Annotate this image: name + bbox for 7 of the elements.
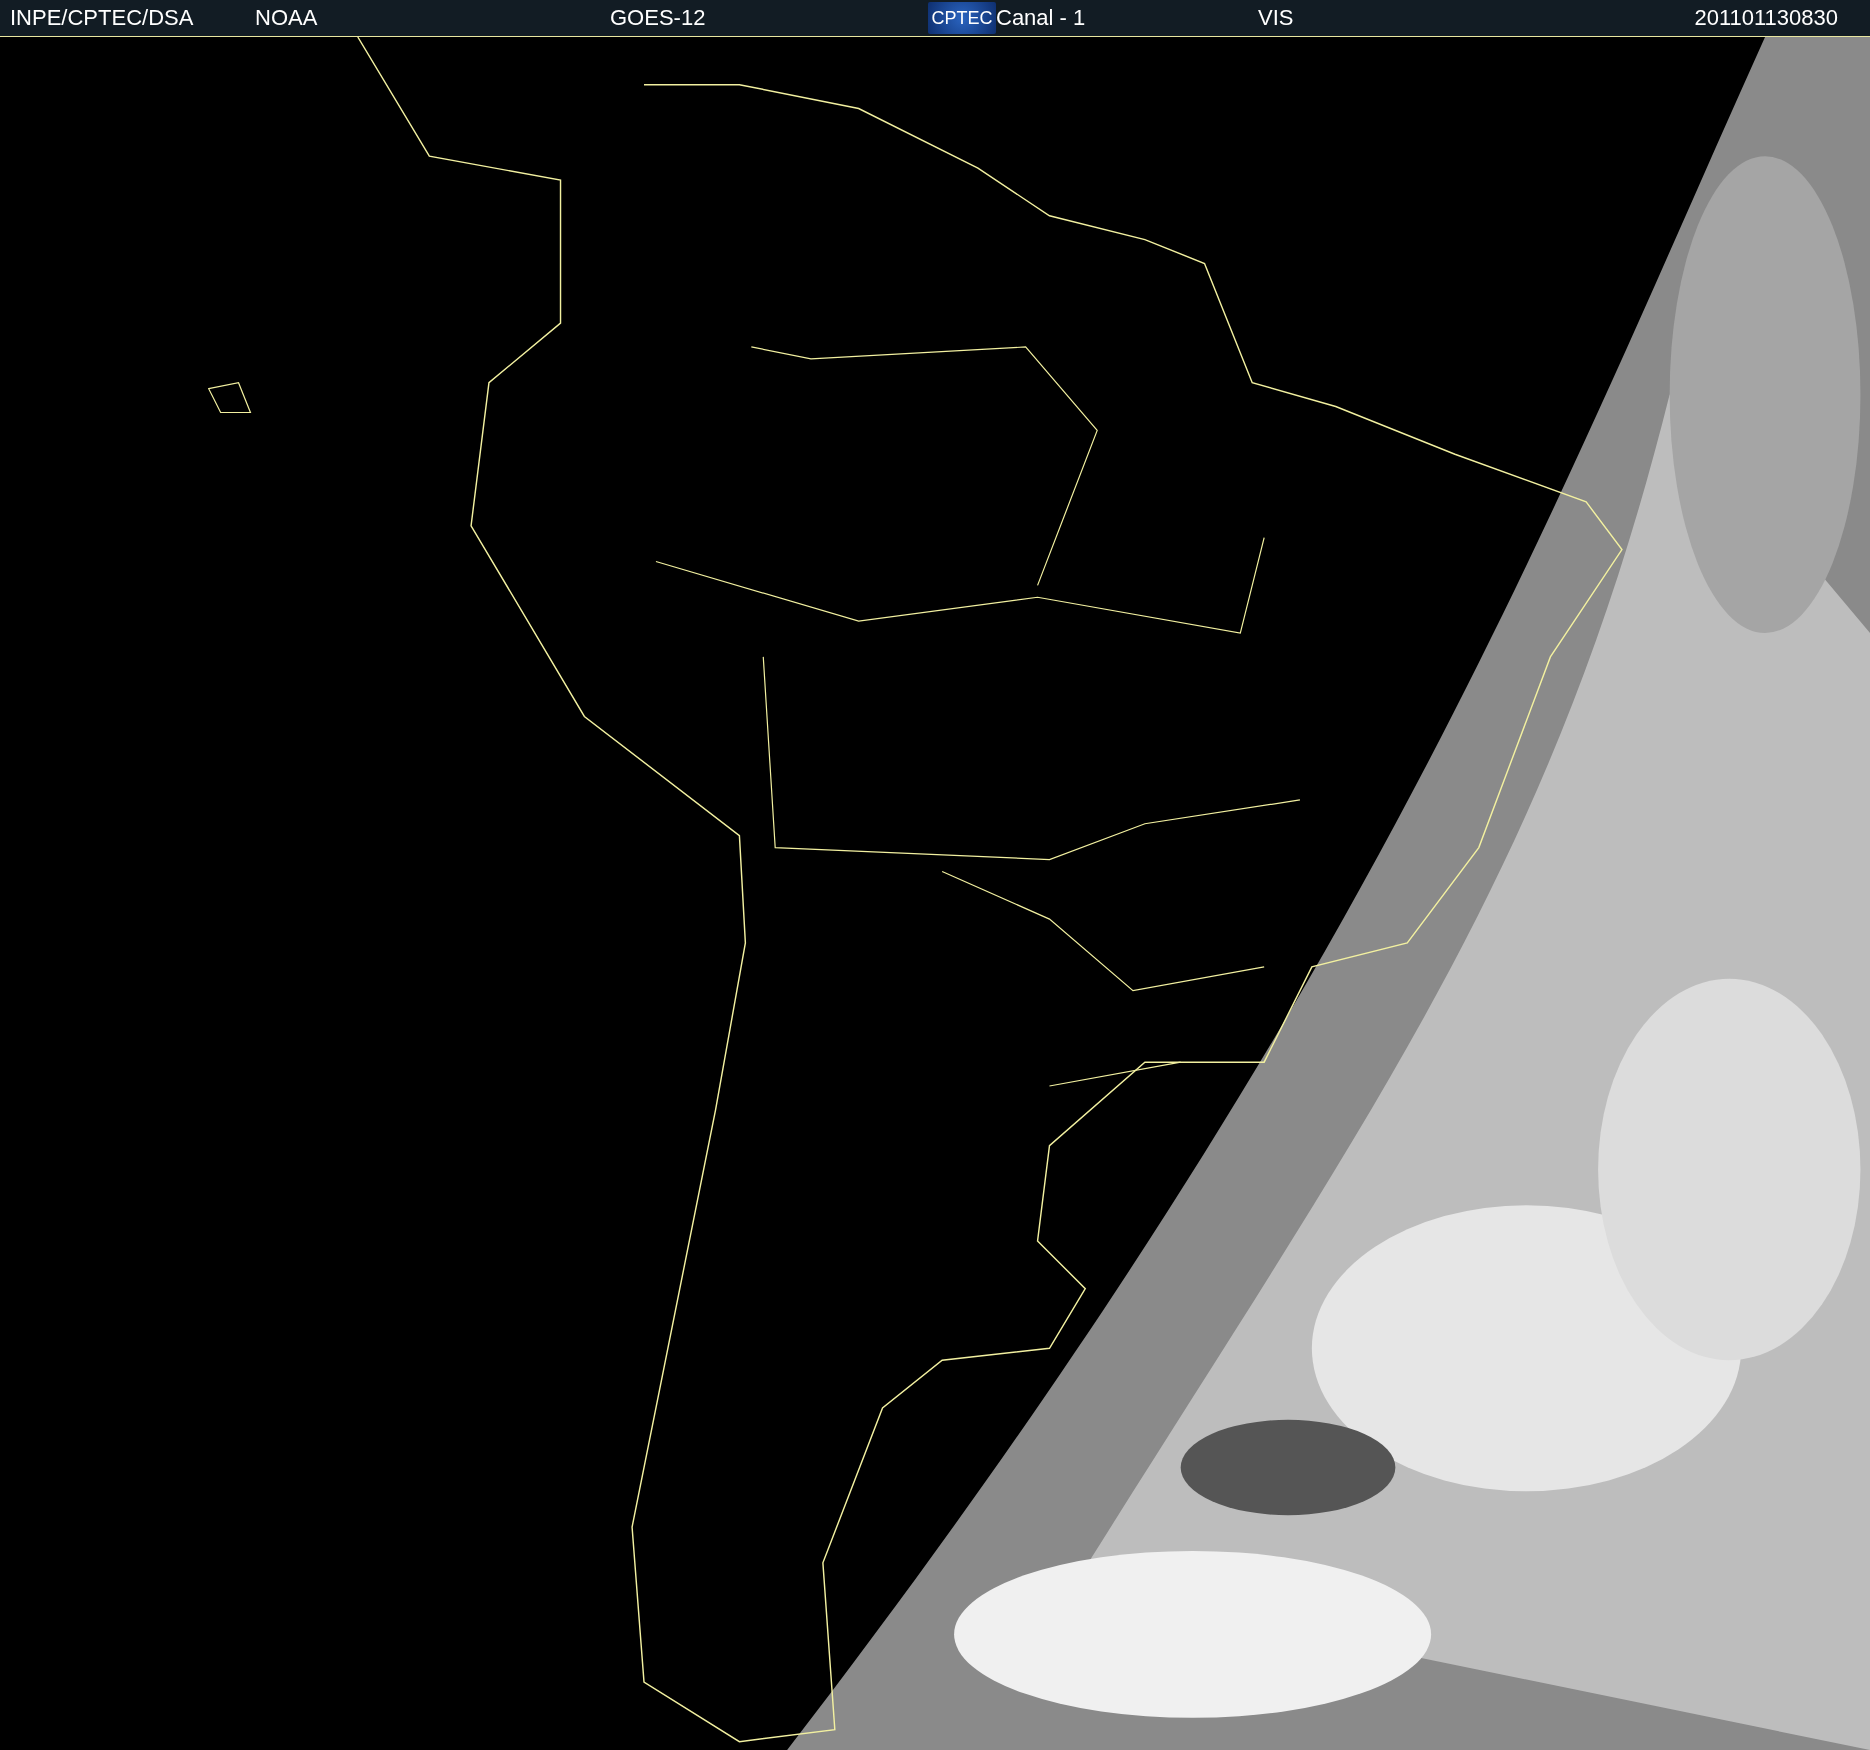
band-label: VIS xyxy=(1258,5,1295,31)
source-label: INPE/CPTEC/DSA xyxy=(10,5,195,31)
logo: CPTEC xyxy=(928,2,996,34)
channel-label: Canal - 1 xyxy=(996,5,1087,31)
agency-label: NOAA xyxy=(255,5,319,31)
satellite-label: GOES-12 xyxy=(610,5,707,31)
timestamp-label: 201101130830 xyxy=(1694,5,1838,31)
